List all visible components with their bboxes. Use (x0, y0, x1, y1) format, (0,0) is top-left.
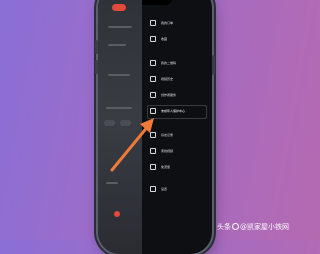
pointer-arrow (110, 118, 154, 172)
arrow-shaft (110, 123, 151, 172)
arrow-head (140, 118, 154, 133)
watermark-handle: @凯家屋小铁网 (240, 223, 289, 231)
watermark-prefix: 头条 (217, 223, 231, 231)
watermark: 头条 @凯家屋小铁网 (217, 222, 289, 232)
account-icon (232, 223, 239, 230)
